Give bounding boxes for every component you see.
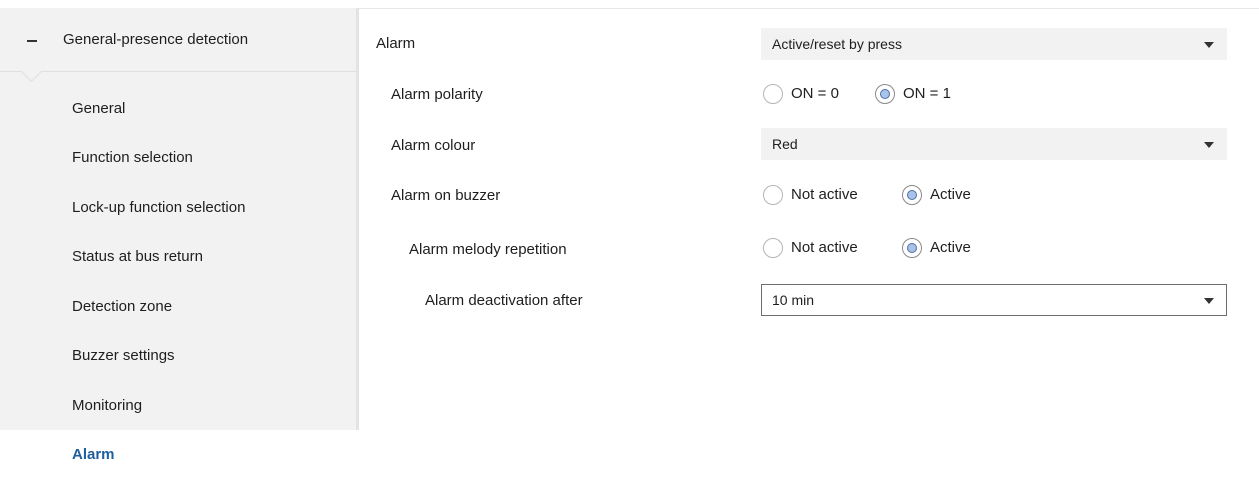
chevron-down-icon[interactable] [1204,142,1214,148]
alarm-select[interactable]: Active/reset by press [761,28,1227,60]
radio-label: Not active [791,186,858,203]
radio-checked-icon[interactable] [902,238,922,258]
chevron-down-icon[interactable] [1204,298,1214,304]
alarm-polarity-label: Alarm polarity [391,86,483,103]
divider [0,71,356,72]
alarm-select-value: Active/reset by press [772,36,902,52]
sidebar-item-detection-zone[interactable]: Detection zone [72,298,172,315]
sidebar-active-row [0,430,358,478]
sidebar-item-general[interactable]: General [72,100,125,117]
alarm-deactivation-after-select-value: 10 min [772,292,815,308]
radio-label: Active [930,186,971,203]
sidebar: General-presence detection General Funct… [0,8,359,478]
radio-label: Active [930,239,971,256]
sidebar-group-title[interactable]: General-presence detection [63,31,248,48]
alarm-label: Alarm [376,35,416,52]
sidebar-item-lock-up-function-selection[interactable]: Lock-up function selection [72,199,245,216]
sidebar-item-buzzer-settings[interactable]: Buzzer settings [72,347,175,364]
chevron-down-icon[interactable] [1204,42,1214,48]
alarm-colour-select[interactable]: Red [761,128,1227,160]
alarm-deactivation-after-label: Alarm deactivation after [425,292,583,309]
alarm-deactivation-after-select[interactable]: 10 min [761,284,1227,316]
radio-checked-icon[interactable] [902,185,922,205]
alarm-colour-label: Alarm colour [391,137,476,154]
radio-checked-icon[interactable] [875,84,895,104]
alarm-on-buzzer-label: Alarm on buzzer [391,187,501,204]
radio-label: Not active [791,239,858,256]
minus-icon[interactable] [27,40,37,42]
top-border [358,8,1259,9]
sidebar-group-header[interactable]: General-presence detection [0,8,356,72]
radio-unchecked-icon[interactable] [763,238,783,258]
sidebar-item-status-at-bus-return[interactable]: Status at bus return [72,248,203,265]
radio-label: ON = 0 [791,85,839,102]
alarm-melody-repetition-label: Alarm melody repetition [409,241,567,258]
sidebar-item-function-selection[interactable]: Function selection [72,149,193,166]
sidebar-item-alarm[interactable]: Alarm [72,446,115,463]
radio-unchecked-icon[interactable] [763,185,783,205]
alarm-colour-select-value: Red [772,136,798,152]
radio-label: ON = 1 [903,85,951,102]
sidebar-item-monitoring[interactable]: Monitoring [72,397,142,414]
radio-unchecked-icon[interactable] [763,84,783,104]
